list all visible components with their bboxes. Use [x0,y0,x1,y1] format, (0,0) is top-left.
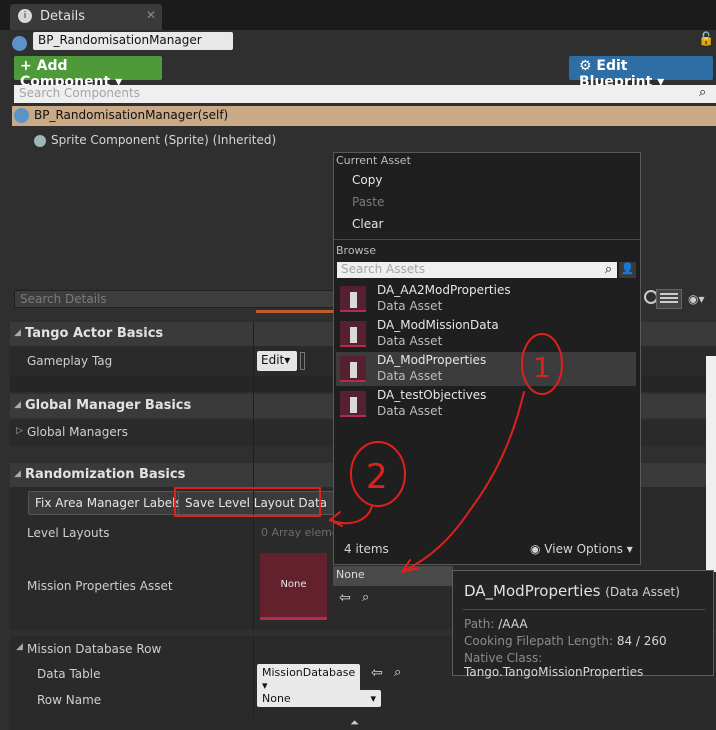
annotation-number-2: 2 [366,457,388,497]
arrow-line-1 [401,391,525,573]
annotation-number-1: 1 [533,351,551,384]
arrow-head-1 [401,559,419,573]
highlight-box [174,487,321,517]
arrow-head-2 [329,511,343,527]
annotation-overlay: 1 2 [174,333,563,573]
